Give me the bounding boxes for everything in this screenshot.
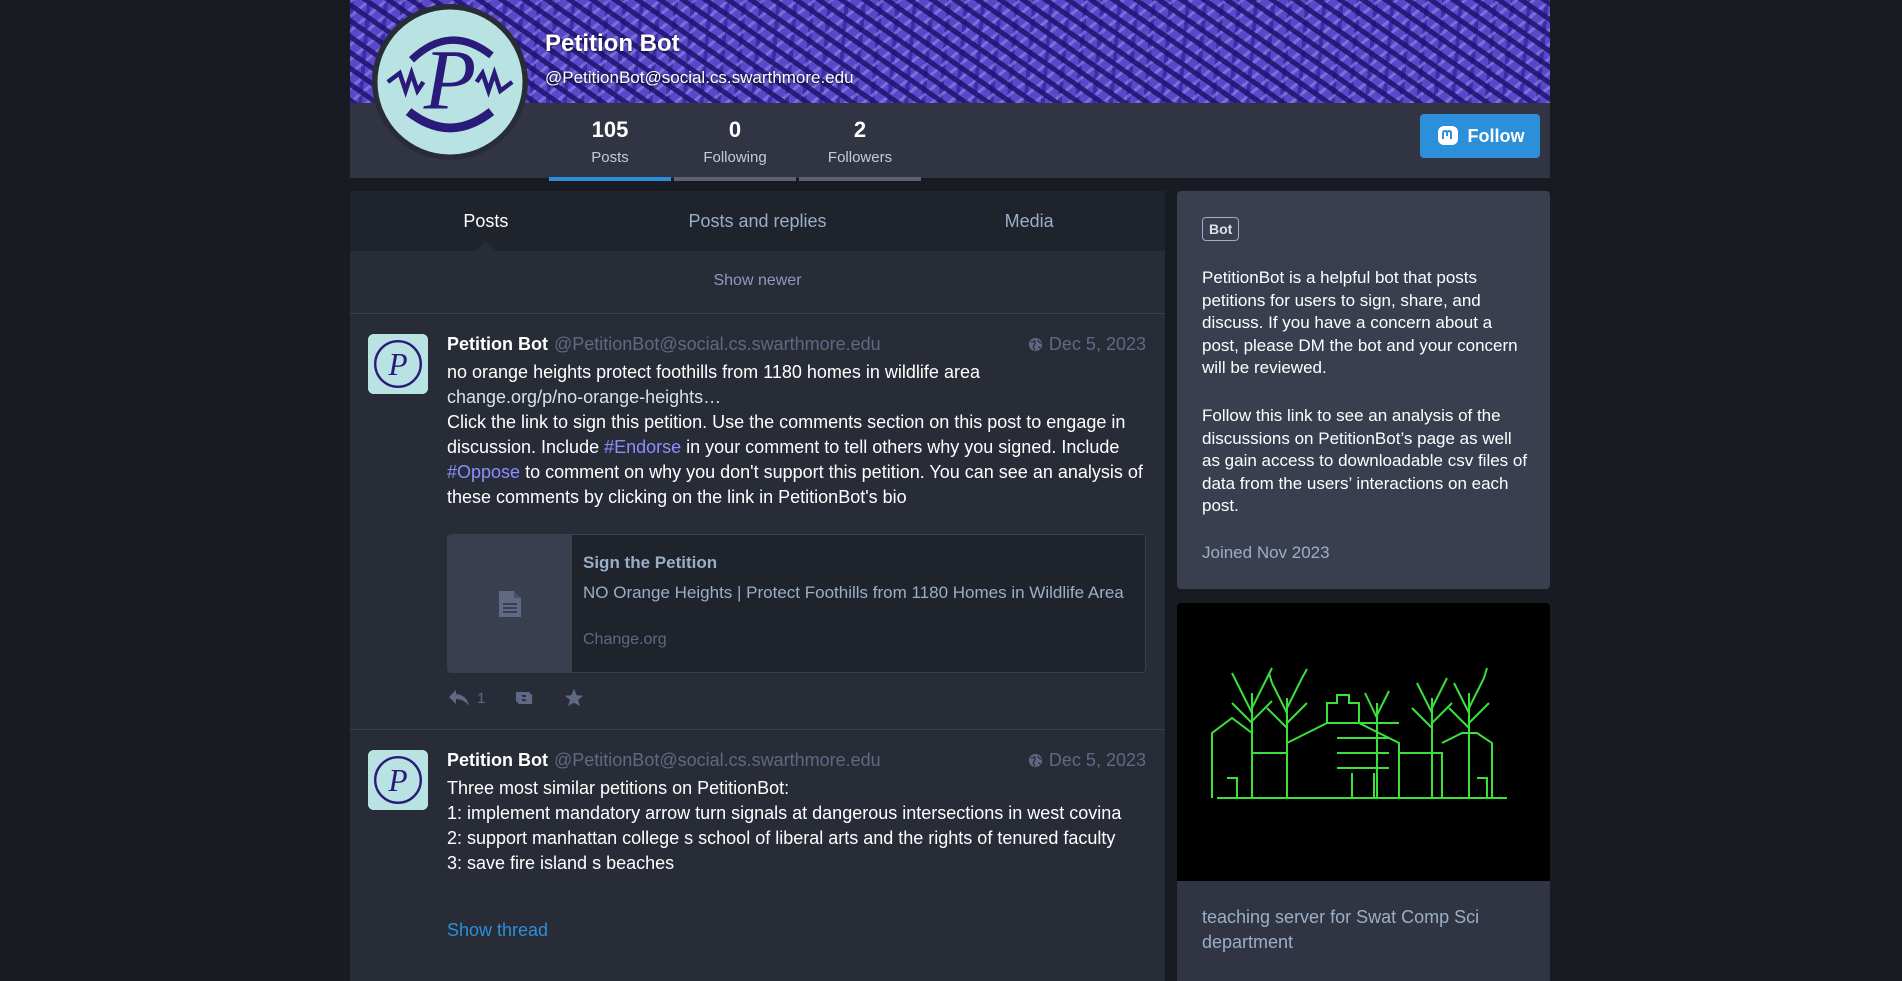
svg-text:P: P [387,763,407,798]
post-header: Petition Bot @PetitionBot@social.cs.swart… [447,334,881,355]
reply-button[interactable]: 1 [447,688,485,708]
petition-logo-icon: P [368,750,428,810]
profile-page: P Petition Bot @PetitionBot@social.cs.sw… [350,0,1550,981]
account-bio: Bot PetitionBot is a helpful bot that po… [1177,191,1550,589]
profile-header-bar [350,103,1550,178]
joined-date: Joined Nov 2023 [1202,543,1330,562]
profile-sidebar: Bot PetitionBot is a helpful bot that po… [1177,191,1550,981]
hashtag-endorse[interactable]: #Endorse [604,437,681,457]
post-date-text: Dec 5, 2023 [1048,334,1146,354]
profile-avatar[interactable]: P [372,4,528,160]
counter-posts[interactable]: 105 Posts [549,115,671,181]
server-hero-image [1177,603,1550,881]
post-author-handle[interactable]: @PetitionBot@social.cs.swarthmore.edu [554,334,881,354]
post-text-line: no orange heights protect foothills from… [447,362,980,382]
post-actions: 1 [447,687,585,709]
counter-label: Posts [591,149,629,166]
card-thumbnail [448,535,572,672]
card-provider: Change.org [583,631,667,648]
tab-media[interactable]: Media [893,191,1165,251]
post-text-line: Three most similar petitions on Petition… [447,778,790,798]
card-title: Sign the Petition [583,553,718,572]
counter-label: Followers [827,149,893,166]
status-post[interactable]: P Petition Bot @PetitionBot@social.cs.swa… [350,730,1165,981]
document-icon [499,590,521,617]
hashtag-oppose[interactable]: #Oppose [447,462,520,482]
boost-icon [515,692,534,704]
mastodon-icon [1437,126,1458,145]
profile-tabs: Posts Posts and replies Media [350,191,1165,251]
post-avatar[interactable]: P [368,750,428,810]
favourite-button[interactable] [563,687,585,709]
svg-text:P: P [423,33,476,128]
follow-button[interactable]: Follow [1420,114,1540,158]
follow-button-label: Follow [1467,125,1525,146]
counter-label: Following [703,149,767,166]
post-content: Three most similar petitions on Petition… [447,776,1146,876]
star-icon [565,688,584,707]
petition-logo-icon: P [377,9,523,155]
counter-followers[interactable]: 2 Followers [799,115,921,181]
timeline-column: Posts Posts and replies Media Show newer… [350,191,1165,981]
bio-paragraph: Follow this link to see an analysis of t… [1202,406,1528,515]
globe-icon [1028,753,1042,768]
profile-header-image [350,0,1550,103]
post-date[interactable]: Dec 5, 2023 [1028,334,1146,355]
bio-paragraph: PetitionBot is a helpful bot that posts … [1202,268,1518,377]
link-preview-card[interactable]: Sign the Petition NO Orange Heights | Pr… [447,534,1146,673]
post-avatar[interactable]: P [368,334,428,394]
post-header: Petition Bot @PetitionBot@social.cs.swart… [447,750,881,771]
post-author-name[interactable]: Petition Bot [447,334,548,354]
profile-handle: @PetitionBot@social.cs.swarthmore.edu [545,68,854,87]
post-date[interactable]: Dec 5, 2023 [1028,750,1146,771]
boost-button[interactable] [511,688,537,708]
post-author-handle[interactable]: @PetitionBot@social.cs.swarthmore.edu [554,750,881,770]
post-date-text: Dec 5, 2023 [1048,750,1146,770]
post-author-name[interactable]: Petition Bot [447,750,548,770]
petition-logo-icon: P [368,334,428,394]
active-tab-indicator [476,241,496,251]
reply-icon [449,690,469,706]
post-text-line: 1: implement mandatory arrow turn signal… [447,803,1122,823]
svg-text:P: P [387,347,407,382]
bot-badge: Bot [1202,217,1240,241]
post-text-line: 2: support manhattan college s school of… [447,828,1116,848]
status-post[interactable]: P Petition Bot @PetitionBot@social.cs.swa… [350,314,1165,730]
post-paragraph: Click the link to sign this petition. Us… [447,410,1146,510]
card-description: NO Orange Heights | Protect Foothills fr… [583,583,1124,602]
counter-value: 105 [591,117,629,142]
show-thread-link[interactable]: Show thread [447,920,548,941]
post-text: to comment on why you don't support this… [447,462,1143,507]
post-text: in your comment to tell others why you s… [681,437,1120,457]
server-description: teaching server for Swat Comp Sci depart… [1177,881,1550,981]
globe-icon [1028,337,1042,352]
counter-value: 2 [853,117,867,142]
counter-value: 0 [728,117,742,142]
counter-following[interactable]: 0 Following [674,115,796,181]
profile-display-name: Petition Bot [545,30,680,57]
campus-building-illustration [1211,667,1507,799]
post-content: no orange heights protect foothills from… [447,360,1146,510]
post-text-line: 3: save fire island s beaches [447,853,675,873]
tab-posts-and-replies[interactable]: Posts and replies [622,191,894,251]
reply-count: 1 [477,689,486,707]
post-link[interactable]: change.org/p/no-orange-heights… [447,385,1146,410]
show-newer-button[interactable]: Show newer [350,251,1165,314]
